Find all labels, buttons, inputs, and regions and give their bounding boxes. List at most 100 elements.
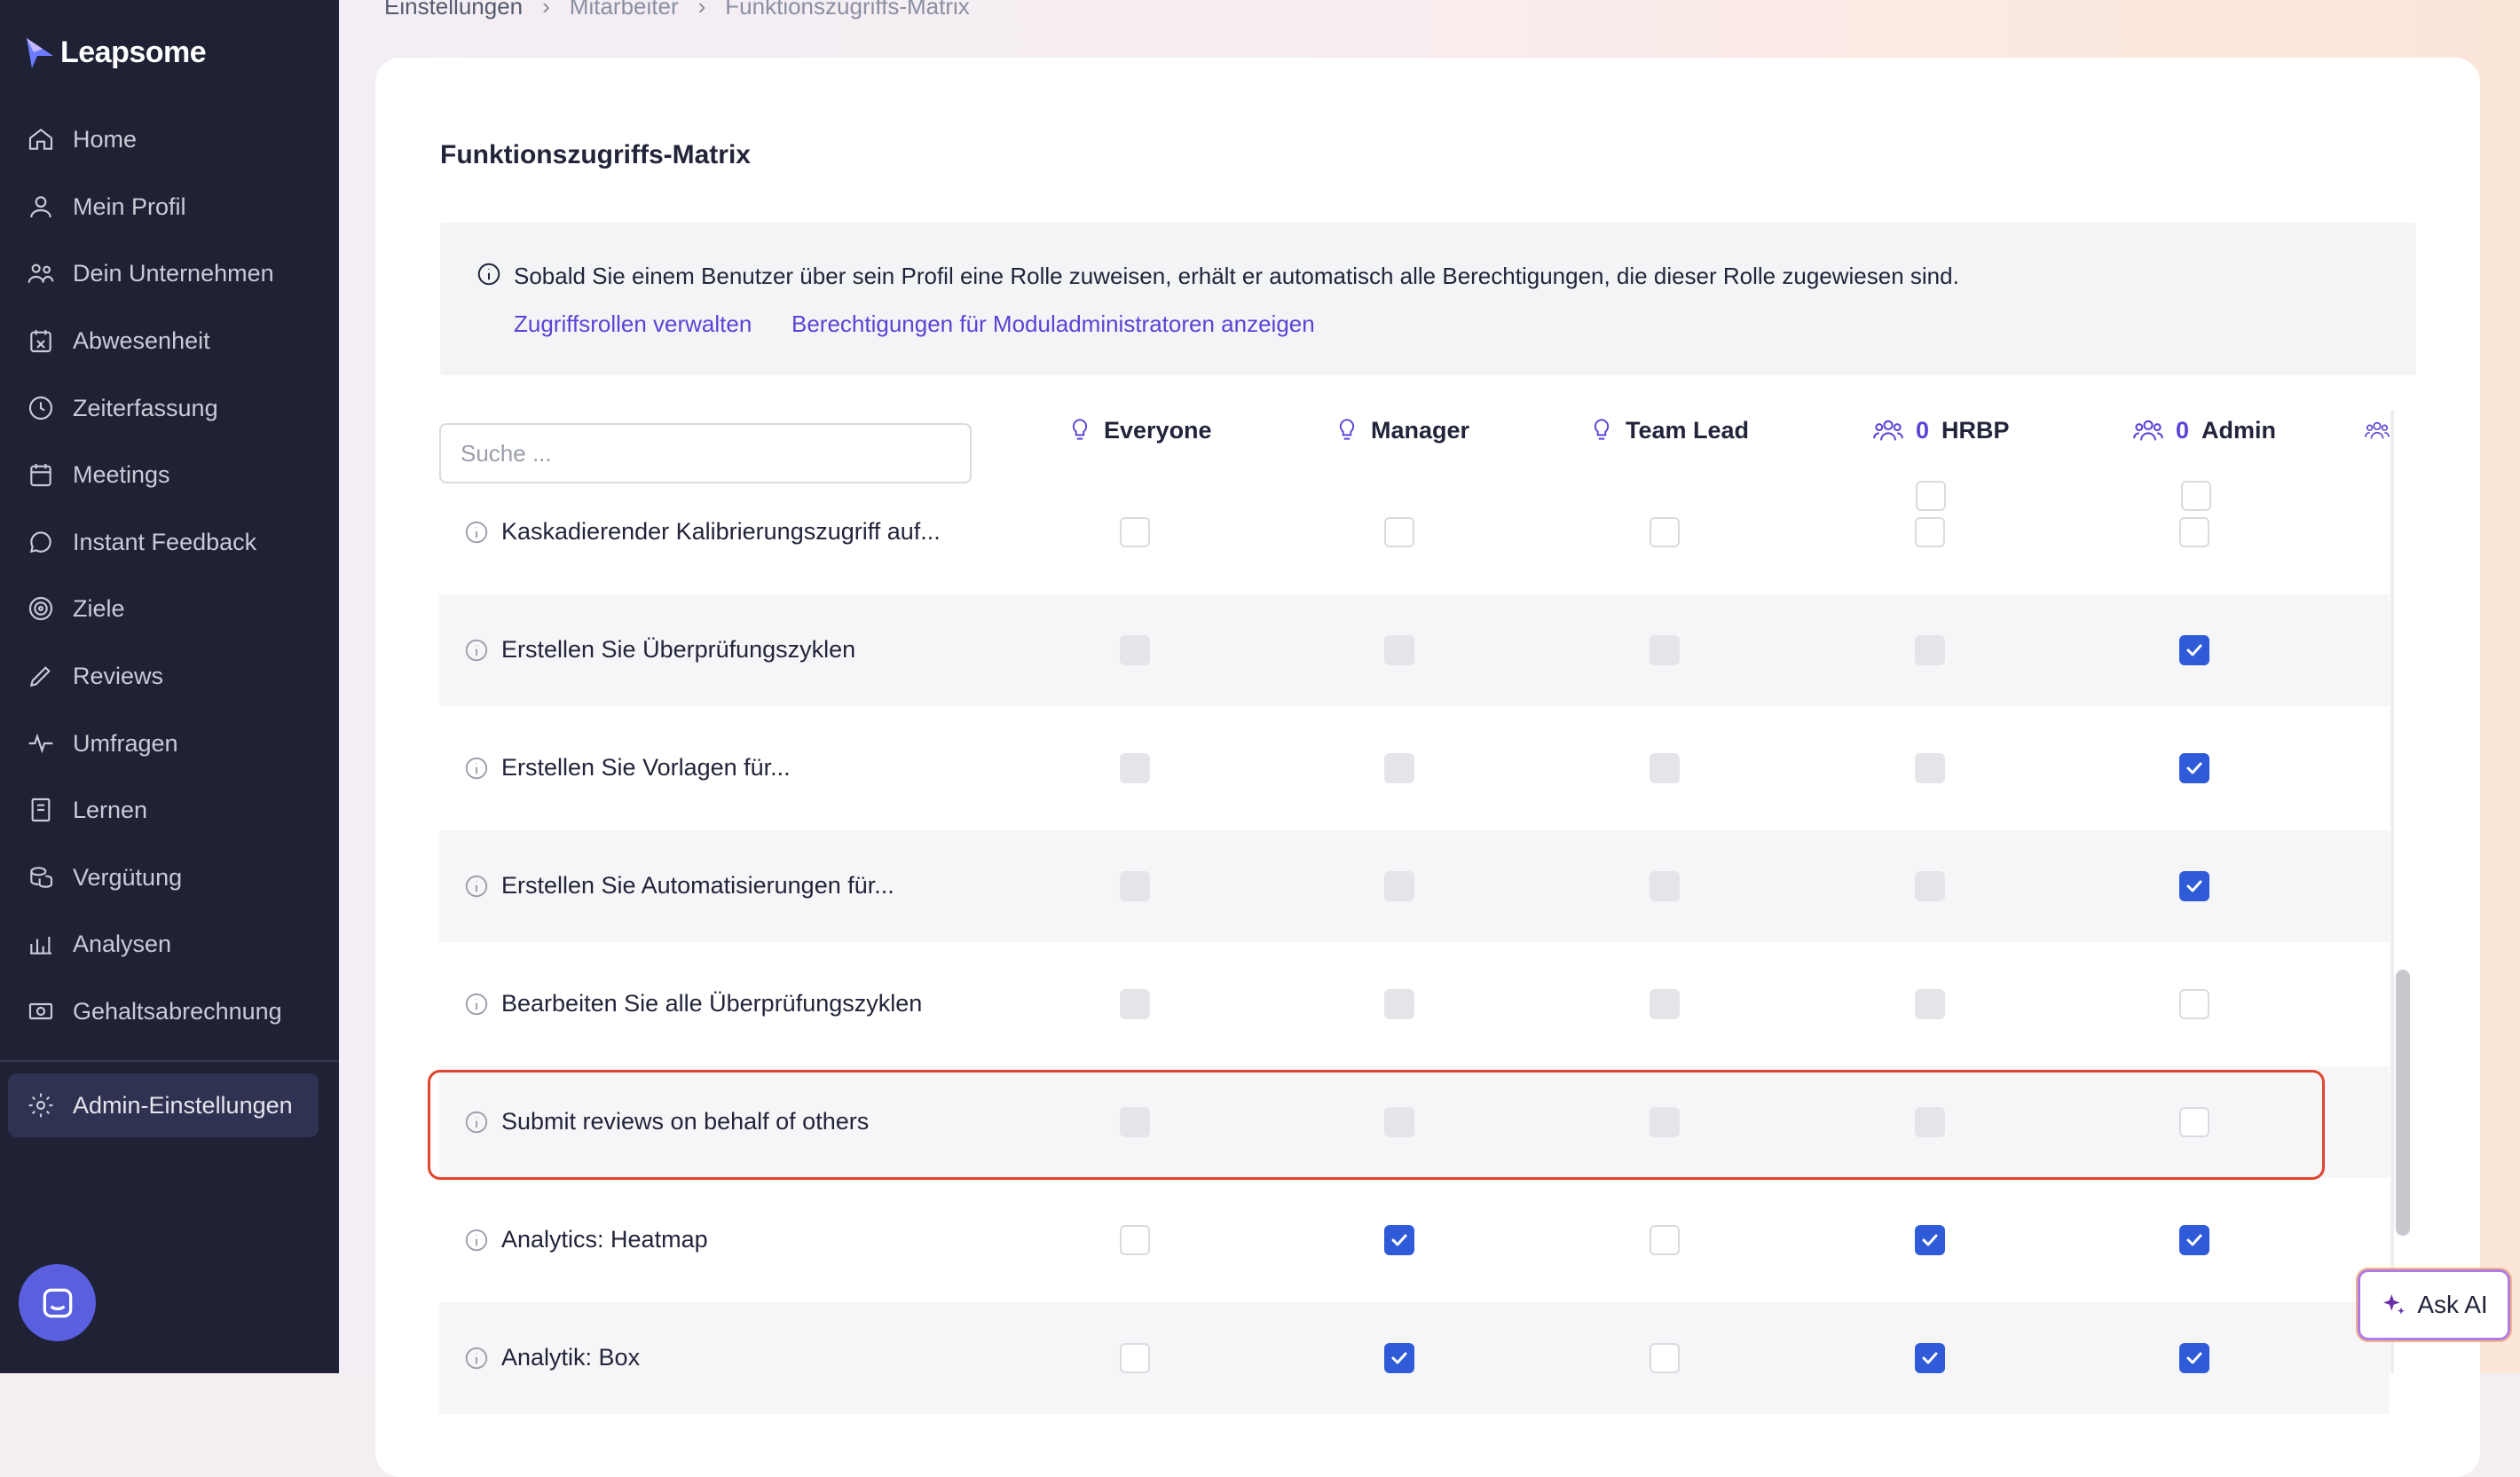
ask-ai-button[interactable]: Ask AI [2358,1269,2510,1340]
page-title: Funktionszugriffs-Matrix [440,140,751,169]
gear-icon [28,1093,53,1118]
leapsome-logo-icon [27,37,53,68]
column-header-hrbp[interactable]: 0 HRBP [1873,414,2010,446]
info-icon[interactable] [463,991,490,1022]
lightbulb-icon [1072,419,1088,440]
calendar-icon [30,464,51,487]
scrollbar-thumb[interactable] [2396,970,2410,1236]
column-header-manager[interactable]: Manager [1335,414,1469,446]
permission-checkbox-team-lead [1650,871,1680,901]
sidebar-item-admin-settings[interactable]: Admin-Einstellungen [27,1084,293,1127]
breadcrumb-item-settings[interactable]: Einstellungen [384,0,523,20]
permission-checkbox-admin[interactable] [2179,1343,2209,1373]
permission-checkbox-team-lead[interactable] [1650,1343,1680,1373]
permission-checkbox-admin[interactable] [2179,517,2209,547]
permission-checkbox-admin[interactable] [2179,1225,2209,1255]
permission-checkbox-manager[interactable] [1384,517,1414,547]
permission-checkbox-everyone[interactable] [1120,1343,1150,1373]
info-icon[interactable] [463,637,490,668]
sidebar-item-company[interactable]: Dein Unternehmen [27,252,274,295]
column-header-label: Manager [1371,416,1470,444]
chat-bubble-icon [43,1288,72,1317]
permission-label: Analytik: Box [501,1344,641,1371]
manage-access-roles-link[interactable]: Zugriffsrollen verwalten [514,310,752,338]
sidebar-item-instant-feedback[interactable]: Instant Feedback [27,521,256,563]
checkmark-icon [2186,644,2202,656]
book-icon [31,797,51,822]
checkmark-icon [2186,880,2202,892]
column-header-team-lead[interactable]: Team Lead [1590,414,1749,446]
info-icon[interactable] [463,1227,490,1258]
column-header-admin[interactable]: 0 Admin [2133,414,2276,446]
permission-checkbox-everyone[interactable] [1120,1225,1150,1255]
sidebar-item-label: Lernen [73,796,148,823]
breadcrumb-item-employees[interactable]: Mitarbeiter [570,0,679,20]
sidebar-item-absence[interactable]: Abwesenheit [27,319,210,362]
sidebar-item-surveys[interactable]: Umfragen [27,722,178,765]
permission-checkbox-hrbp[interactable] [1915,1225,1945,1255]
permission-checkbox-admin[interactable] [2179,753,2209,783]
checkmark-icon [2186,1352,2202,1364]
info-icon[interactable] [463,519,490,550]
sidebar-item-label: Umfragen [73,729,178,757]
permission-checkbox-everyone[interactable] [1120,517,1150,547]
column-header-more[interactable] [2365,414,2402,446]
sidebar-item-reviews[interactable]: Reviews [27,655,163,697]
sidebar-item-label: Dein Unternehmen [73,259,274,287]
sidebar-item-label: Instant Feedback [73,528,257,555]
module-admin-permissions-link[interactable]: Berechtigungen für Moduladministratoren … [791,310,1315,338]
sidebar-item-label: Home [73,125,138,153]
permission-checkbox-team-lead[interactable] [1650,1225,1680,1255]
scrollbar-track[interactable] [2390,410,2394,1373]
permission-checkbox-hrbp [1915,753,1945,783]
column-header-everyone[interactable]: Everyone [1068,414,1212,446]
table-row [439,1184,2390,1296]
permission-checkbox-hrbp [1915,989,1945,1019]
permission-checkbox-admin[interactable] [2179,635,2209,665]
sidebar-item-home[interactable]: Home [27,118,137,161]
permission-label: Analytics: Heatmap [501,1226,708,1253]
coins-icon [30,867,53,888]
breadcrumb: Einstellungen › Mitarbeiter › Funktionsz… [384,0,970,20]
permission-checkbox-hrbp[interactable] [1915,517,1945,547]
sidebar: Leapsome Home Mein Profil Dein Unternehm… [0,0,339,1373]
brand-logo[interactable]: Leapsome [25,35,207,70]
sidebar-divider [0,1060,339,1062]
permission-checkbox-everyone [1120,753,1150,783]
highlighted-row-outline [428,1070,2325,1180]
sidebar-item-analytics[interactable]: Analysen [27,923,171,965]
info-icon[interactable] [463,1345,490,1376]
sidebar-item-label: Analysen [73,930,172,957]
sidebar-item-time-tracking[interactable]: Zeiterfassung [27,387,218,429]
support-chat-button[interactable] [19,1264,96,1341]
sidebar-item-payroll[interactable]: Gehaltsabrechnung [27,990,282,1033]
permission-label: Erstellen Sie Überprüfungszyklen [501,636,856,663]
info-icon [477,263,500,286]
sidebar-item-label: Vergütung [73,863,183,891]
info-icon[interactable] [463,873,490,904]
permission-checkbox-hrbp[interactable] [1915,1343,1945,1373]
sidebar-item-meetings[interactable]: Meetings [27,453,170,496]
sidebar-item-learning[interactable]: Lernen [27,789,147,831]
sidebar-item-label: Gehaltsabrechnung [73,997,282,1025]
permission-checkbox-admin[interactable] [2179,871,2209,901]
calendar-x-icon [30,330,51,353]
permission-checkbox-manager[interactable] [1384,1225,1414,1255]
info-text: Sobald Sie einem Benutzer über sein Prof… [514,263,1959,289]
permission-checkbox-manager[interactable] [1384,1343,1414,1373]
sidebar-item-profile[interactable]: Mein Profil [27,185,186,228]
sidebar-item-compensation[interactable]: Vergütung [27,856,182,899]
checkmark-icon [1922,1234,1938,1246]
column-member-count: 0 [1916,416,1930,444]
permission-checkbox-team-lead [1650,753,1680,783]
permission-checkbox-admin[interactable] [2179,989,2209,1019]
permission-label: Kaskadierender Kalibrierungszugriff auf.… [501,518,941,545]
pencil-icon [29,666,51,687]
permission-checkbox-team-lead[interactable] [1650,517,1680,547]
sidebar-item-goals[interactable]: Ziele [27,587,125,630]
permission-checkbox-team-lead [1650,635,1680,665]
column-header-label: Admin [2201,416,2277,444]
sidebar-item-label: Meetings [73,460,170,488]
checkmark-icon [1922,1352,1938,1364]
info-icon[interactable] [463,755,490,786]
